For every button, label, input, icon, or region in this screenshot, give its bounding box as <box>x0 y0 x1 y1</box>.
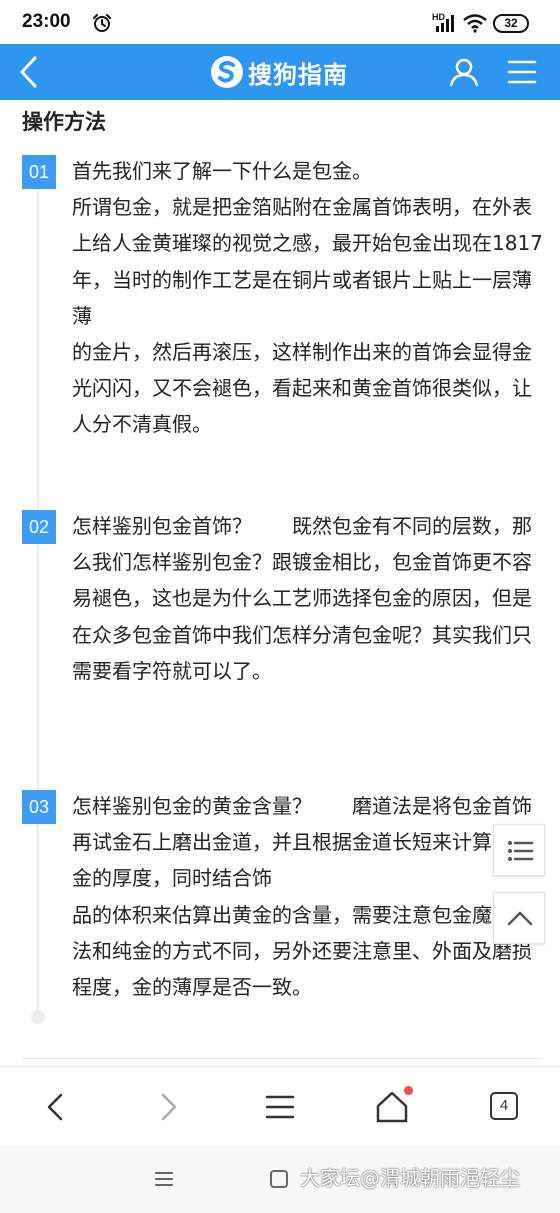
sogou-logo-icon <box>211 56 243 88</box>
recent-apps-icon[interactable] <box>154 1170 174 1188</box>
status-time: 23:00 <box>22 11 71 32</box>
browser-back-icon[interactable] <box>38 1089 74 1125</box>
step-number-badge: 02 <box>22 510 56 544</box>
step-number-badge: 01 <box>22 155 56 189</box>
hamburger-menu-icon[interactable] <box>506 56 538 88</box>
wifi-icon <box>463 14 487 33</box>
step-text: 怎样鉴别包金的黄金含量？ 磨道法是将包金首饰再试金石上磨出金道，并且根据金道长短… <box>72 794 532 1000</box>
content-divider <box>22 1058 542 1059</box>
watermark-text: 大家坛@渭城朝雨浥轻尘 <box>300 1166 520 1190</box>
battery-indicator: 32 <box>493 14 529 33</box>
browser-forward-icon[interactable] <box>150 1089 186 1125</box>
step-number-badge: 03 <box>22 790 56 824</box>
chevron-up-icon <box>507 911 533 926</box>
signal-icon <box>436 15 454 32</box>
system-navigation-bar: 大家坛@渭城朝雨浥轻尘 <box>0 1146 560 1213</box>
browser-menu-icon[interactable] <box>262 1089 298 1125</box>
back-chevron-icon[interactable] <box>14 54 44 90</box>
status-bar: 23:00 HD 32 <box>0 0 560 44</box>
step-text: 首先我们来了解一下什么是包金。 所谓包金，就是把金箔贴附在金属首饰表明，在外表上… <box>72 159 543 437</box>
alarm-clock-icon <box>93 14 111 32</box>
list-icon <box>508 841 534 861</box>
step-text: 怎样鉴别包金首饰？ 既然包金有不同的层数，那么我们怎样鉴别包金？跟镀金相比，包金… <box>72 514 532 683</box>
timeline-line <box>37 180 39 1014</box>
tabs-count-button[interactable]: 4 <box>490 1092 518 1120</box>
back-to-top-button[interactable] <box>493 892 545 944</box>
browser-toolbar: 4 <box>0 1066 560 1146</box>
table-of-contents-button[interactable] <box>493 824 545 876</box>
notification-dot <box>404 1086 413 1095</box>
system-home-icon[interactable] <box>270 1170 288 1188</box>
home-icon[interactable] <box>374 1089 410 1125</box>
timeline-end-dot <box>31 1010 45 1024</box>
app-header: 搜狗指南 <box>0 44 560 100</box>
section-title: 操作方法 <box>22 110 106 134</box>
logo-text: 搜狗指南 <box>248 60 348 89</box>
user-icon[interactable] <box>448 56 480 88</box>
sogou-guide-logo[interactable]: 搜狗指南 <box>210 54 348 90</box>
